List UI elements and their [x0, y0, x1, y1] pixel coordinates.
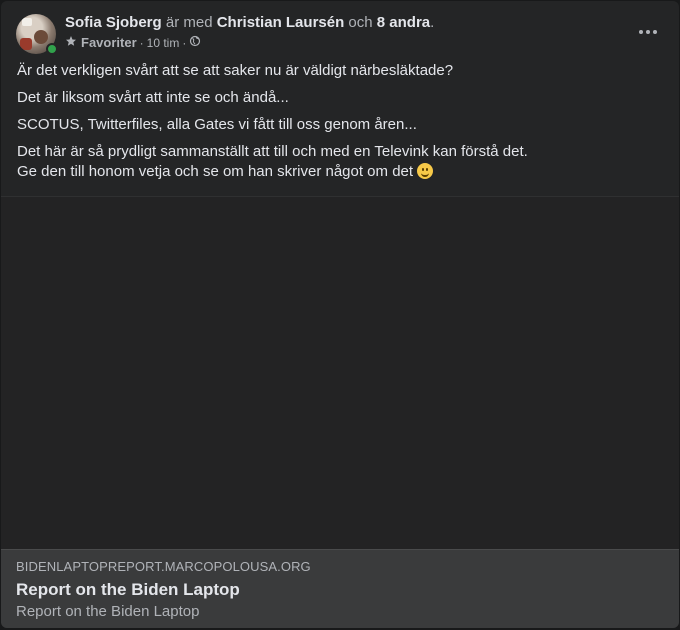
post-title-line: Sofia Sjoberg är med Christian Laursén o…	[65, 14, 434, 32]
link-image-area[interactable]	[1, 197, 679, 549]
globe-icon[interactable]	[189, 35, 201, 51]
with-text: är med	[165, 14, 213, 31]
others-link[interactable]: 8 andra	[377, 14, 430, 31]
timestamp-link[interactable]: 10 tim	[147, 35, 180, 51]
smiling-face-emoji-icon	[417, 163, 434, 179]
post-body: Är det verkligen svårt att se att saker …	[17, 61, 667, 189]
link-domain: BIDENLAPTOPREPORT.MARCOPOLOUSA.ORG	[16, 559, 311, 574]
avatar-detail	[34, 30, 48, 44]
avatar-detail	[20, 38, 32, 50]
audience-favorites-link[interactable]: Favoriter	[81, 35, 137, 51]
avatar-detail	[22, 18, 32, 26]
post-meta: Favoriter · 10 tim ·	[65, 35, 201, 51]
post-header: Sofia Sjoberg är med Christian Laursén o…	[16, 14, 666, 55]
online-status-indicator	[46, 43, 58, 55]
more-options-icon	[646, 30, 650, 34]
and-text: och	[348, 14, 373, 31]
separator: ·	[182, 36, 187, 50]
link-title: Report on the Biden Laptop	[16, 580, 240, 599]
more-options-icon	[653, 30, 657, 34]
post-paragraph: SCOTUS, Twitterfiles, alla Gates vi fått…	[17, 116, 417, 133]
post-line: Ge den till honom vetja och se om han sk…	[17, 163, 414, 180]
star-icon	[65, 35, 77, 51]
post-paragraph: Är det verkligen svårt att se att saker …	[17, 62, 454, 79]
post-paragraph: Det är liksom svårt att inte se och ändå…	[17, 89, 289, 106]
post-paragraph: Det här är så prydligt sammanställt att …	[17, 142, 667, 182]
more-options-icon	[639, 30, 643, 34]
separator: ·	[139, 36, 144, 50]
post-line: Det här är så prydligt sammanställt att …	[17, 143, 528, 160]
link-preview[interactable]: BIDENLAPTOPREPORT.MARCOPOLOUSA.ORG Repor…	[1, 549, 679, 628]
period-text: .	[430, 14, 435, 31]
tagged-person-link[interactable]: Christian Laursén	[217, 14, 345, 31]
post-card: Sofia Sjoberg är med Christian Laursén o…	[1, 1, 679, 628]
author-name-link[interactable]: Sofia Sjoberg	[65, 14, 162, 31]
link-description: Report on the Biden Laptop	[16, 603, 200, 620]
more-options-button[interactable]	[630, 18, 666, 46]
